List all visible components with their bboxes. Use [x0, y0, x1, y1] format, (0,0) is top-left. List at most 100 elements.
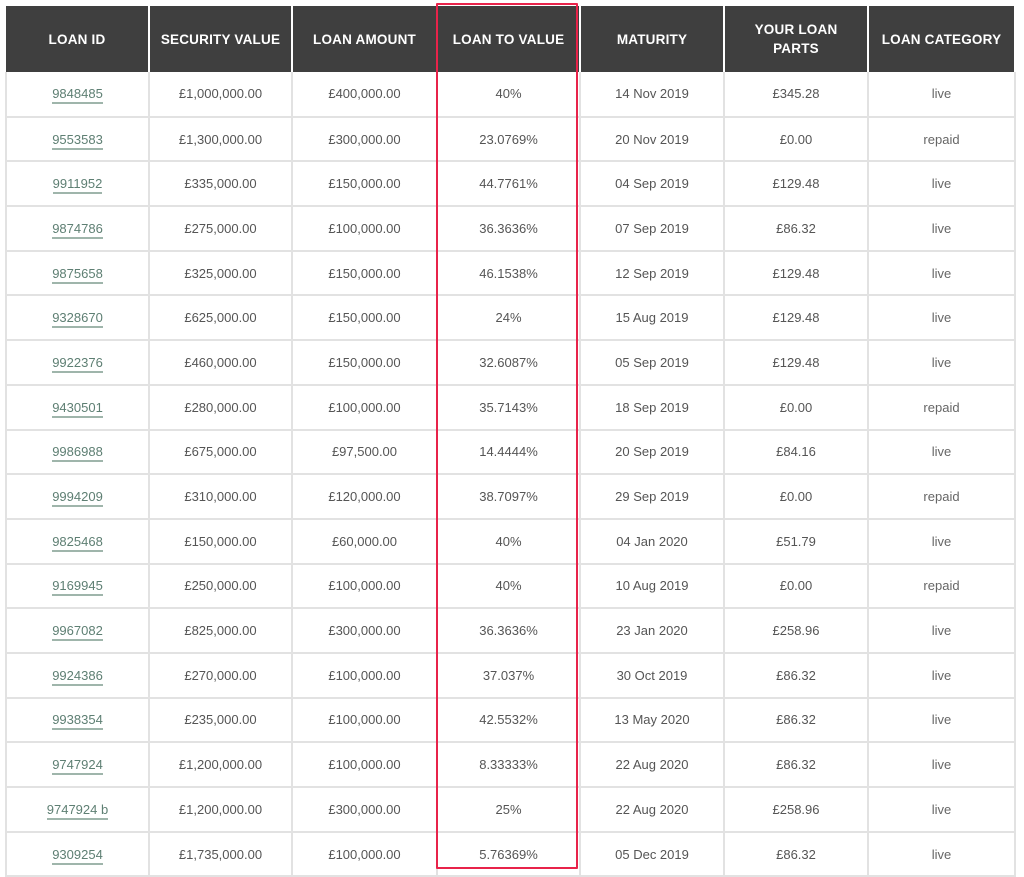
security-value-cell: £625,000.00: [148, 294, 293, 342]
loan-category-value: repaid: [923, 489, 960, 505]
security-value-cell: £150,000.00: [148, 517, 293, 565]
loan-id-cell: 9825468: [5, 517, 150, 565]
security-value-value: £325,000.00: [184, 265, 257, 281]
loan-id-cell: 9848485: [5, 72, 150, 118]
loan-id-link[interactable]: 9967082: [52, 623, 103, 642]
loan-category-cell: repaid: [867, 115, 1016, 163]
table-row: 9922376 £460,000.00 £150,000.00 32.6087% 05 …: [5, 339, 1016, 386]
your-loan-parts-value: £86.32: [776, 846, 816, 862]
loan-id-cell: 9328670: [5, 294, 150, 342]
loan-id-link[interactable]: 9169945: [52, 578, 103, 597]
table-row: 9848485 £1,000,000.00 £400,000.00 40% 14 Nov…: [5, 72, 1016, 118]
table-row: 9169945 £250,000.00 £100,000.00 40% 10 Aug 2…: [5, 562, 1016, 610]
loan-id-link[interactable]: 9924386: [52, 667, 103, 686]
loan-amount-value: £120,000.00: [328, 489, 401, 505]
security-value-value: £1,200,000.00: [178, 801, 263, 817]
loan-id-link[interactable]: 9747924: [52, 757, 103, 776]
loan-id-cell: 9922376: [5, 339, 150, 386]
maturity-value: 29 Sep 2019: [615, 489, 689, 505]
maturity-cell: 20 Nov 2019: [579, 115, 725, 163]
maturity-cell: 20 Sep 2019: [579, 428, 725, 476]
loan-category-cell: live: [867, 651, 1016, 699]
loan-id-link[interactable]: 9309254: [52, 846, 103, 865]
your-loan-parts-cell: £86.32: [723, 205, 869, 252]
loan-id-link[interactable]: 9911952: [52, 176, 103, 195]
security-value-cell: £280,000.00: [148, 383, 293, 431]
loan-id-link[interactable]: 9825468: [52, 533, 103, 552]
security-value-value: £1,735,000.00: [178, 846, 263, 862]
loan-id-link[interactable]: 9747924 b: [46, 801, 109, 820]
loan-to-value-value: 42.5532%: [479, 712, 538, 728]
maturity-value: 22 Aug 2020: [615, 801, 689, 817]
loan-amount-cell: £100,000.00: [291, 696, 438, 744]
security-value-value: £825,000.00: [184, 623, 257, 639]
header-loan-category[interactable]: LOAN CATEGORY: [867, 6, 1016, 72]
loan-id-link[interactable]: 9922376: [52, 354, 103, 373]
loan-id-link[interactable]: 9553583: [52, 131, 103, 150]
loan-category-value: live: [931, 444, 952, 460]
loan-to-value-cell: 36.3636%: [436, 205, 581, 252]
security-value-value: £150,000.00: [184, 533, 257, 549]
loan-category-value: live: [931, 801, 952, 817]
your-loan-parts-value: £0.00: [779, 399, 813, 415]
loan-category-cell: live: [867, 517, 1016, 565]
header-loan-amount[interactable]: LOAN AMOUNT: [291, 6, 438, 72]
loan-id-cell: 9994209: [5, 473, 150, 520]
loan-to-value-value: 14.4444%: [479, 444, 538, 460]
loan-amount-value: £100,000.00: [328, 399, 401, 415]
table-row: 9924386 £270,000.00 £100,000.00 37.037% 30 O…: [5, 651, 1016, 699]
table-body: 9848485 £1,000,000.00 £400,000.00 40% 14 Nov…: [5, 72, 1016, 877]
loan-id-link[interactable]: 9938354: [52, 712, 103, 731]
security-value-value: £310,000.00: [184, 489, 257, 505]
loan-to-value-value: 35.7143%: [479, 399, 538, 415]
maturity-cell: 05 Sep 2019: [579, 339, 725, 386]
table-row: 9874786 £275,000.00 £100,000.00 36.3636% 07 …: [5, 205, 1016, 252]
your-loan-parts-value: £86.32: [776, 667, 816, 683]
loan-amount-value: £400,000.00: [328, 86, 401, 102]
loan-category-value: live: [931, 86, 952, 102]
your-loan-parts-value: £0.00: [779, 489, 813, 505]
loan-category-value: live: [931, 265, 952, 281]
loan-amount-cell: £60,000.00: [291, 517, 438, 565]
security-value-cell: £1,200,000.00: [148, 786, 293, 833]
your-loan-parts-cell: £129.48: [723, 339, 869, 386]
loan-to-value-cell: 46.1538%: [436, 249, 581, 297]
loan-to-value-cell: 24%: [436, 294, 581, 342]
loan-id-cell: 9169945: [5, 562, 150, 610]
loan-amount-value: £300,000.00: [328, 801, 401, 817]
security-value-cell: £675,000.00: [148, 428, 293, 476]
loan-amount-value: £150,000.00: [328, 354, 401, 370]
loan-id-link[interactable]: 9875658: [52, 265, 103, 284]
loan-id-link[interactable]: 9430501: [52, 399, 103, 418]
table-row: 9825468 £150,000.00 £60,000.00 40% 04 Jan 20…: [5, 517, 1016, 565]
maturity-cell: 18 Sep 2019: [579, 383, 725, 431]
loan-id-link[interactable]: 9848485: [52, 86, 103, 105]
loan-id-link[interactable]: 9328670: [52, 310, 103, 329]
table-row: 9328670 £625,000.00 £150,000.00 24% 15 Aug 2…: [5, 294, 1016, 342]
your-loan-parts-value: £0.00: [779, 578, 813, 594]
loan-amount-cell: £300,000.00: [291, 607, 438, 654]
maturity-value: 14 Nov 2019: [615, 86, 689, 102]
loan-id-link[interactable]: 9874786: [52, 220, 103, 239]
your-loan-parts-cell: £345.28: [723, 72, 869, 118]
loan-to-value-value: 37.037%: [482, 667, 535, 683]
table-row: 9553583 £1,300,000.00 £300,000.00 23.0769% 2…: [5, 115, 1016, 163]
loan-to-value-cell: 40%: [436, 562, 581, 610]
loan-category-value: repaid: [923, 578, 960, 594]
maturity-value: 10 Aug 2019: [615, 578, 689, 594]
loan-id-cell: 9875658: [5, 249, 150, 297]
header-maturity[interactable]: MATURITY: [579, 6, 725, 72]
loan-to-value-cell: 23.0769%: [436, 115, 581, 163]
security-value-cell: £235,000.00: [148, 696, 293, 744]
header-loan-id[interactable]: LOAN ID: [6, 6, 150, 72]
your-loan-parts-cell: £0.00: [723, 115, 869, 163]
header-your-loan-parts[interactable]: YOUR LOAN PARTS: [723, 6, 869, 72]
loan-category-cell: repaid: [867, 383, 1016, 431]
loan-id-link[interactable]: 9994209: [52, 489, 103, 508]
maturity-cell: 07 Sep 2019: [579, 205, 725, 252]
loan-id-link[interactable]: 9986988: [52, 444, 103, 463]
loan-to-value-value: 8.33333%: [479, 757, 538, 773]
header-loan-to-value[interactable]: LOAN TO VALUE: [436, 6, 581, 72]
security-value-cell: £275,000.00: [148, 205, 293, 252]
header-security-value[interactable]: SECURITY VALUE: [148, 6, 293, 72]
